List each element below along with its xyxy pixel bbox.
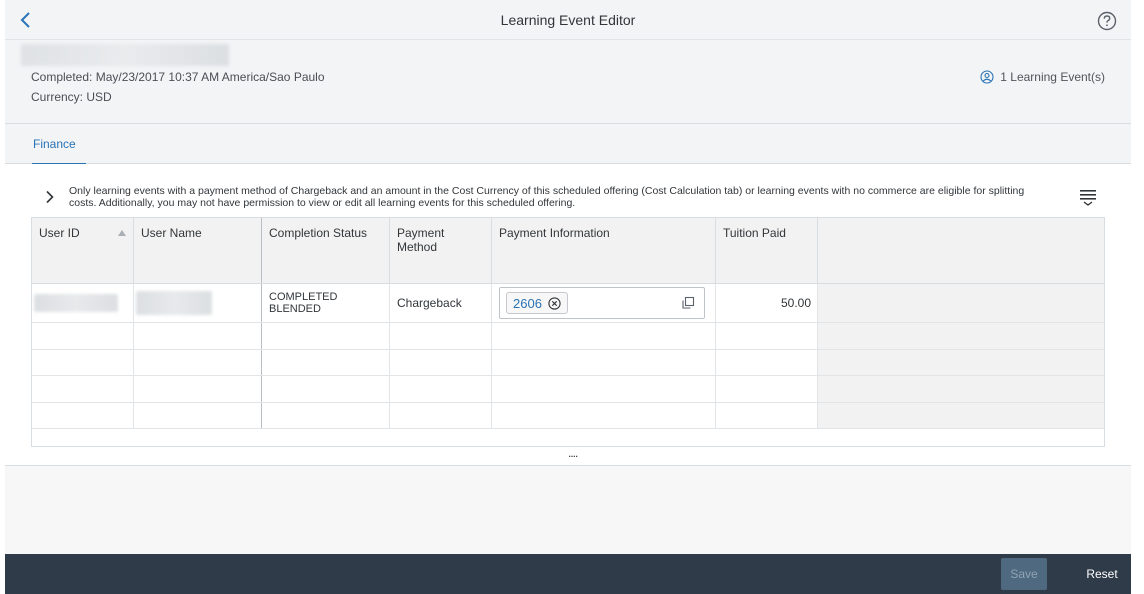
filler-cell [818, 323, 1104, 349]
question-circle-icon [1097, 11, 1117, 31]
learning-events-count: 1 Learning Event(s) [1000, 70, 1105, 84]
app-window: Learning Event Editor Completed: May/23/… [5, 0, 1131, 594]
empty-cell [716, 349, 818, 375]
column-header-payment-method[interactable]: Payment Method [390, 218, 492, 283]
redacted-user-id [34, 294, 118, 312]
empty-cell [492, 376, 716, 402]
empty-cell [262, 376, 390, 402]
chevron-right-icon [46, 190, 54, 204]
redacted-event-name [21, 44, 229, 66]
payment-information-input[interactable]: 2606 [499, 287, 705, 319]
table-resize-grip[interactable]: .... [568, 446, 578, 460]
table-row [32, 402, 1104, 429]
reset-button[interactable]: Reset [1081, 558, 1123, 590]
table-footer [32, 429, 1104, 447]
close-circle-icon[interactable] [548, 296, 561, 310]
shell-bar: Learning Event Editor [5, 0, 1131, 40]
sort-ascending-icon [118, 230, 126, 236]
payment-token[interactable]: 2606 [506, 292, 568, 314]
empty-cell [492, 402, 716, 428]
table-settings-icon [1080, 190, 1096, 206]
empty-cell [390, 376, 492, 402]
empty-cell [134, 323, 262, 349]
page-title: Learning Event Editor [500, 12, 636, 28]
value-help-icon[interactable] [681, 296, 695, 310]
column-header-payment-information[interactable]: Payment Information [492, 218, 716, 283]
empty-cell [492, 349, 716, 375]
table-row [32, 376, 1104, 403]
empty-cell [716, 402, 818, 428]
empty-cell [134, 376, 262, 402]
empty-cell [32, 402, 134, 428]
table-row [32, 349, 1104, 376]
table-header: User ID User Name Completion Status Paym… [32, 218, 1104, 284]
expand-info-button[interactable] [41, 188, 59, 206]
tuition-paid-cell: 50.00 [716, 284, 818, 322]
eligibility-info-text: Only learning events with a payment meth… [69, 185, 1025, 209]
redacted-user-name [136, 291, 212, 315]
empty-cell [32, 349, 134, 375]
user-id-cell [32, 284, 134, 322]
save-button[interactable]: Save [1001, 558, 1047, 590]
payment-method-cell: Chargeback [390, 284, 492, 322]
empty-cell [262, 402, 390, 428]
table-row[interactable]: COMPLETED BLENDED Chargeback 2606 50.00 [32, 284, 1104, 323]
completed-date: Completed: May/23/2017 10:37 AM America/… [31, 70, 325, 84]
column-header-filler [818, 218, 1104, 283]
table-row [32, 323, 1104, 350]
column-header-user-name[interactable]: User Name [134, 218, 262, 283]
finance-content: Only learning events with a payment meth… [5, 164, 1131, 554]
empty-cell [390, 349, 492, 375]
empty-cell [716, 376, 818, 402]
empty-cell [716, 323, 818, 349]
empty-cell [262, 323, 390, 349]
empty-cell [32, 323, 134, 349]
payment-token-label: 2606 [513, 295, 542, 311]
column-header-user-id[interactable]: User ID [32, 218, 134, 283]
user-name-cell [134, 284, 262, 322]
tab-finance[interactable]: Finance [23, 124, 86, 165]
object-header: Completed: May/23/2017 10:37 AM America/… [5, 40, 1131, 124]
learning-events-table: User ID User Name Completion Status Paym… [31, 217, 1105, 447]
completion-status-cell: COMPLETED BLENDED [262, 284, 390, 322]
empty-cell [390, 323, 492, 349]
learning-events-link[interactable]: 1 Learning Event(s) [980, 70, 1105, 84]
empty-cell [134, 402, 262, 428]
person-circle-icon [980, 70, 994, 84]
filler-cell [818, 376, 1104, 402]
column-header-tuition-paid[interactable]: Tuition Paid [716, 218, 818, 283]
empty-cell [390, 402, 492, 428]
footer-toolbar: Save Reset [5, 554, 1131, 594]
empty-cell [32, 376, 134, 402]
filler-cell [818, 284, 1104, 322]
empty-cell [492, 323, 716, 349]
table-settings-button[interactable] [1079, 188, 1097, 208]
help-button[interactable] [1097, 11, 1117, 31]
content-lower-area [5, 466, 1131, 554]
empty-cell [134, 349, 262, 375]
empty-cell [262, 349, 390, 375]
currency-label: Currency: USD [31, 90, 112, 104]
payment-information-cell: 2606 [492, 284, 716, 322]
tab-bar: Finance [5, 124, 1131, 165]
filler-cell [818, 402, 1104, 428]
column-header-completion-status[interactable]: Completion Status [262, 218, 390, 283]
filler-cell [818, 349, 1104, 375]
